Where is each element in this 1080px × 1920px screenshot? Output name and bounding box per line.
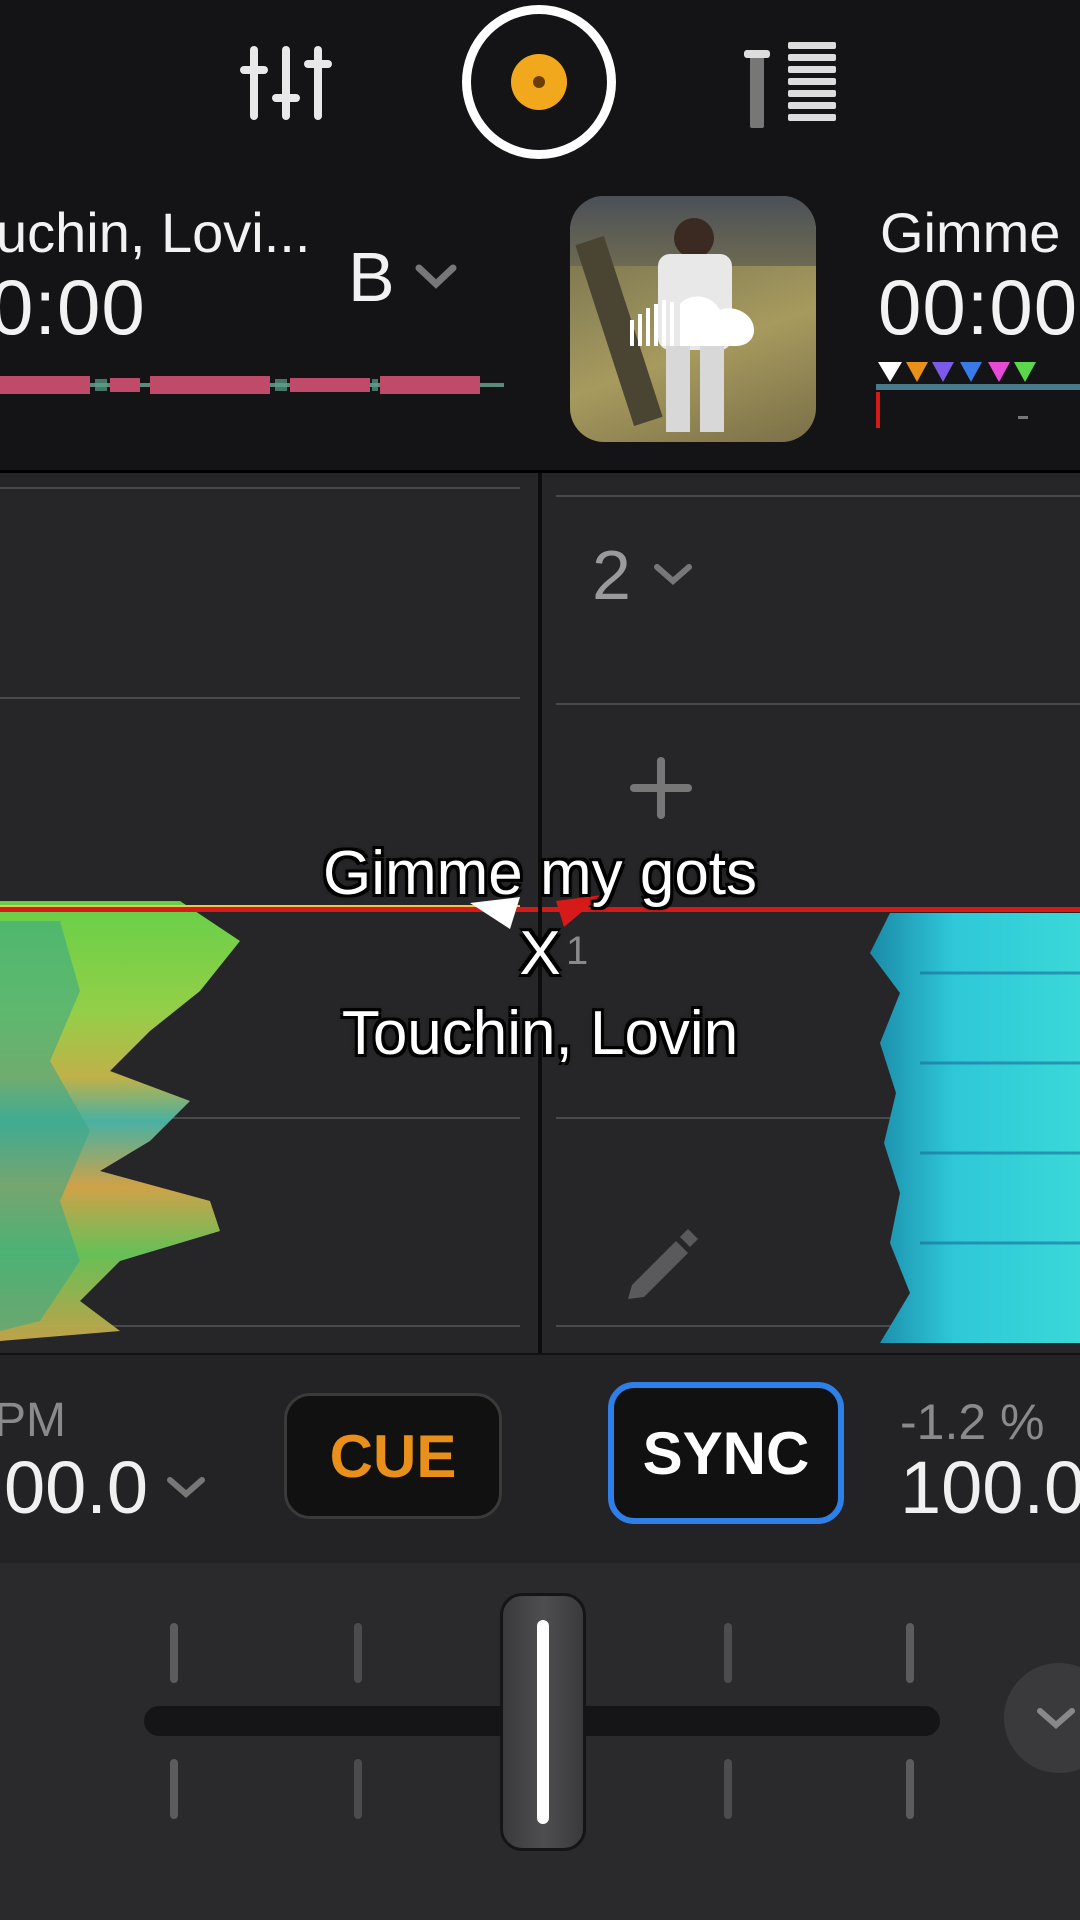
deck-a-bpm-label: PM xyxy=(0,1394,66,1447)
deck-header: uchin, Lovi... 0:00 B Gimme 00:00 xyxy=(0,170,1080,473)
deck-a-time: 0:00 xyxy=(0,263,146,351)
deck-selector[interactable]: B xyxy=(348,232,459,322)
deck-b-pitch: -1.2 % xyxy=(900,1394,1045,1450)
deck-a-track-title[interactable]: uchin, Lovi... xyxy=(0,200,310,265)
mixer-settings-button[interactable] xyxy=(240,40,332,126)
deck-b-artwork[interactable] xyxy=(570,196,816,442)
soundcloud-icon xyxy=(630,296,754,346)
caption-line-1: Gimme my gots xyxy=(322,839,758,908)
deck-a-bpm: 00.0 xyxy=(4,1446,149,1529)
level-meter-button[interactable] xyxy=(744,38,840,130)
deck-a-overview-waveform[interactable] xyxy=(0,370,504,400)
chevron-down-icon xyxy=(1037,1708,1075,1729)
chevron-down-icon xyxy=(415,264,457,289)
caption-line-3: Touchin, Lovin xyxy=(341,999,739,1068)
pad-bank-number: 2 xyxy=(592,536,631,614)
deck-b-bpm[interactable]: 100.0 xyxy=(900,1445,1080,1530)
record-disc-icon xyxy=(511,54,567,110)
sync-button[interactable]: SYNC xyxy=(608,1382,844,1524)
record-button[interactable] xyxy=(462,5,616,159)
equalizer-sliders-icon xyxy=(240,46,332,120)
chevron-down-icon xyxy=(653,564,692,585)
deck-b-overview-waveform[interactable] xyxy=(876,360,1080,430)
pad-bank-selector[interactable]: 2 xyxy=(592,535,695,615)
pencil-edit-icon[interactable] xyxy=(624,1225,700,1301)
chevron-down-icon xyxy=(167,1476,206,1498)
top-toolbar xyxy=(0,0,1080,170)
cue-button[interactable]: CUE xyxy=(284,1393,502,1519)
deck-letter: B xyxy=(348,238,395,316)
add-cue-icon[interactable] xyxy=(630,757,692,819)
crossfader-handle[interactable] xyxy=(500,1593,586,1851)
level-meter-icon xyxy=(744,42,836,128)
transport-row: PM 00.0 -1.2 % 100.0 xyxy=(0,1353,1080,1568)
deck-b-track-title[interactable]: Gimme xyxy=(880,200,1060,265)
deck-a-bpm-selector[interactable]: 00.0 xyxy=(4,1445,208,1530)
crossfader-area xyxy=(0,1563,1080,1920)
collapse-mixer-button[interactable] xyxy=(1004,1663,1080,1773)
caption-line-2: X xyxy=(519,919,561,988)
deck-b-time: 00:00 xyxy=(878,263,1079,351)
